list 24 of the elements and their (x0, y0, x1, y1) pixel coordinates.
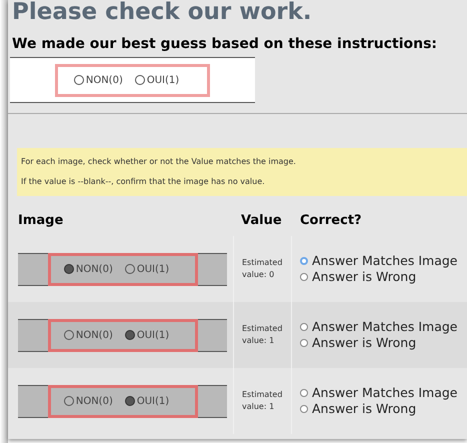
option-label: NON(0) (86, 74, 123, 88)
option-label: NON(0) (76, 328, 113, 342)
option-label: OUI(1) (146, 74, 180, 88)
answer-option[interactable]: Answer Matches Image (300, 385, 467, 401)
page-title: Please check our work. (11, 0, 313, 27)
answer-option[interactable]: Answer is Wrong (300, 401, 467, 417)
estimated-value: Estimated value: 1 (242, 389, 284, 413)
column-header: Value (240, 212, 283, 230)
option-label: OUI(1) (136, 262, 170, 276)
instruction-text: If the value is --blank--, confirm that the image has no value. (21, 176, 266, 188)
column-header: Correct? (299, 212, 363, 230)
page-subtitle: We made our best guess based on these instructions: (11, 35, 438, 53)
answer-option[interactable]: Answer is Wrong (300, 335, 467, 351)
option-label: OUI(1) (136, 394, 170, 408)
answer-option[interactable]: Answer Matches Image (300, 319, 467, 335)
answer-option[interactable]: Answer Matches Image (300, 253, 467, 269)
option-label: NON(0) (76, 394, 113, 408)
estimated-value: Estimated value: 0 (242, 257, 284, 281)
column-header: Image (17, 212, 64, 230)
answer-option[interactable]: Answer is Wrong (300, 269, 467, 285)
instruction-text: For each image, check whether or not the Value matches the image. (21, 156, 297, 168)
estimated-value: Estimated value: 1 (242, 323, 284, 347)
option-label: NON(0) (76, 262, 113, 276)
option-label: OUI(1) (136, 328, 170, 342)
